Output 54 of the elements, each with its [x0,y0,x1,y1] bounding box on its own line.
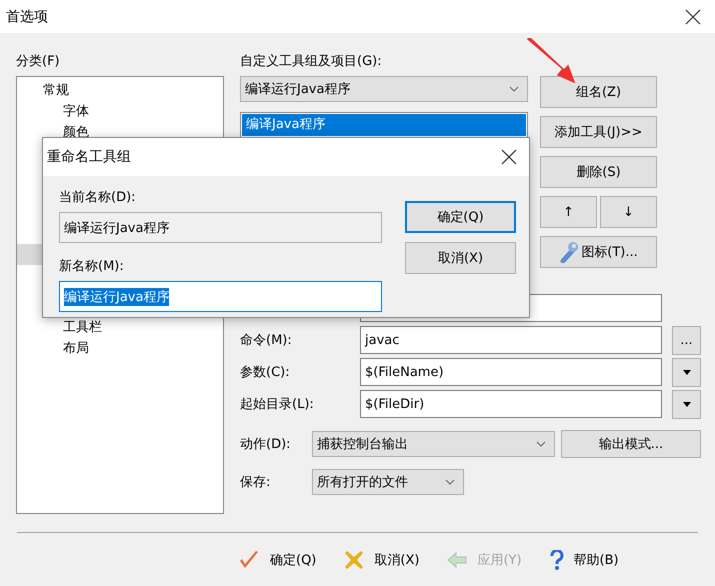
field-label: 动作(D): [240,436,292,453]
check-icon [238,550,260,570]
dialog-title: 重命名工具组 [47,148,131,166]
tree-item[interactable]: 布局 [17,338,223,359]
new-name-field[interactable]: 编译运行Java程序 [59,281,382,312]
close-button[interactable] [501,149,517,165]
icon-button[interactable]: 图标(T)... [540,236,657,268]
tools-label: 自定义工具组及项目(G): [240,53,383,71]
field-label: 参数(C): [240,364,291,381]
annotation-arrow [527,38,577,84]
tree-item[interactable]: 字体 [17,101,223,122]
field-label: 起始目录(L): [240,396,315,413]
select-field[interactable]: 所有打开的文件 [312,469,464,495]
field-label: 保存: [240,474,272,491]
field-label: 当前名称(D): [59,189,137,207]
dropdown-arrow-icon [682,402,690,406]
dropdown-button[interactable] [672,358,701,386]
dropdown-button[interactable] [672,390,701,418]
chevron-icon [509,86,519,92]
input-field[interactable]: $(FileDir) [360,390,662,418]
action-button[interactable]: 删除(S) [540,156,657,188]
footer-button[interactable]: 帮助(B) [550,547,619,573]
move-button[interactable]: ↑ [540,196,597,228]
category-label: 分类(F) [16,53,61,71]
close-icon [501,149,517,165]
chevron-icon [445,479,455,485]
dropdown-arrow-icon [682,370,690,374]
field-label: 新名称(M): [59,258,125,276]
footer-button[interactable]: 确定(Q) [238,547,316,573]
window-title: 首选项 [6,8,48,26]
action-button[interactable]: 组名(Z) [540,76,657,108]
current-name-field: 编译运行Java程序 [59,212,382,243]
help-icon [550,550,564,570]
input-field[interactable]: javac [360,326,662,354]
output-mode-button[interactable]: 输出模式... [561,430,701,458]
chevron-icon [536,441,546,447]
left-arrow-icon [447,552,468,568]
tree-item[interactable]: 常规 [17,80,223,101]
cross-icon [344,550,364,570]
wrench-icon [559,241,580,263]
action-button[interactable]: 添加工具(J)>> [540,116,657,148]
dialog-button[interactable]: 确定(Q) [405,201,516,233]
select-field[interactable]: 捕获控制台输出 [312,431,555,457]
field-label: 命令(M): [240,332,293,349]
input-field[interactable]: $(FileName) [360,358,662,386]
tree-item[interactable]: 工具栏 [17,317,223,338]
move-button[interactable]: ↓ [600,196,657,228]
list-item[interactable]: 编译Java程序 [242,114,526,136]
close-button[interactable] [685,8,701,24]
group-select[interactable]: 编译运行Java程序 [240,76,528,102]
browse-button[interactable]: ... [672,326,701,354]
footer-button[interactable]: 取消(X) [344,547,420,573]
close-icon [685,8,701,24]
dialog-button[interactable]: 取消(X) [405,242,516,274]
